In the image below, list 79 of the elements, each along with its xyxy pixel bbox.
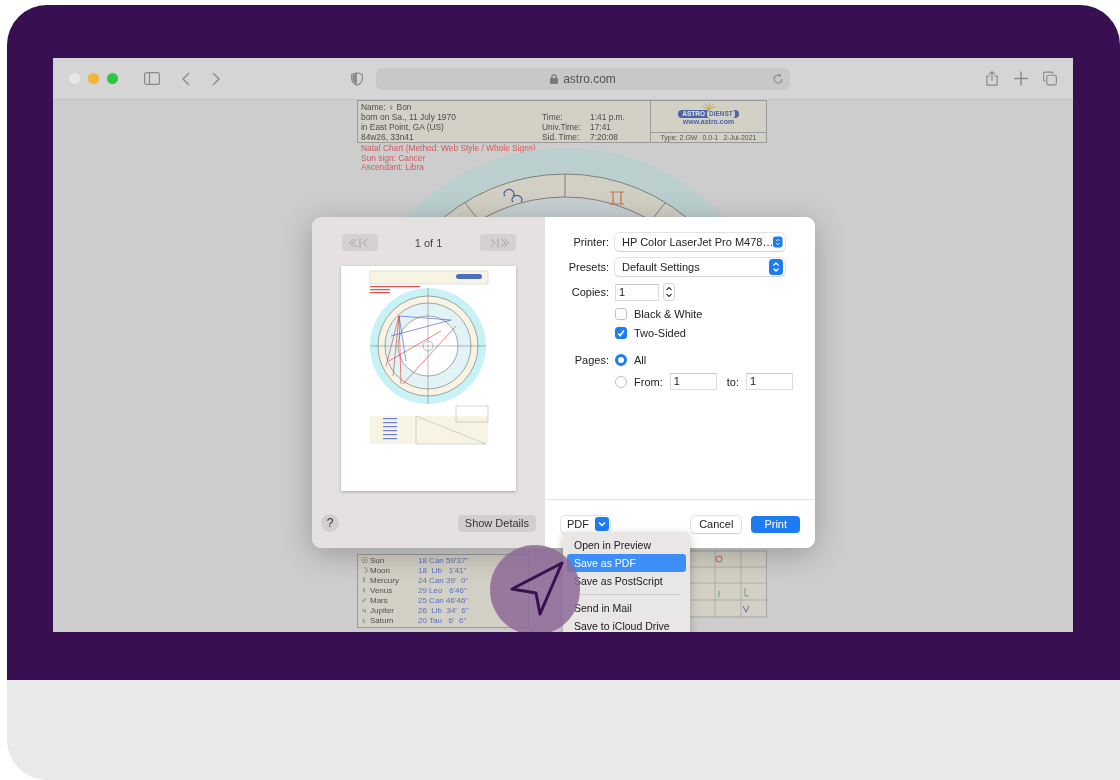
presets-dropdown[interactable]: Default Settings bbox=[615, 258, 785, 276]
shield-icon[interactable] bbox=[351, 71, 363, 86]
address-bar[interactable]: astro.com bbox=[376, 67, 790, 90]
back-icon[interactable] bbox=[182, 71, 190, 86]
to-page-field[interactable]: 1 bbox=[745, 373, 793, 390]
up-down-arrows-icon bbox=[769, 259, 783, 275]
planet-symbol: ♀ bbox=[361, 585, 368, 596]
minimize-window-button[interactable] bbox=[88, 73, 99, 84]
planet-name: Jupiter bbox=[370, 605, 395, 616]
planet-name: Saturn bbox=[370, 615, 395, 626]
tabs-overview-icon[interactable] bbox=[1043, 71, 1057, 86]
time-value: 17:41 bbox=[590, 122, 611, 132]
planet-name: Mercury bbox=[370, 575, 400, 586]
checkbox[interactable] bbox=[615, 308, 627, 320]
print-button[interactable]: Print bbox=[751, 515, 800, 533]
time-label: Univ.Time: bbox=[542, 122, 583, 132]
chart-summary-text: Sun sign: Cancer bbox=[361, 153, 426, 163]
planet-symbol: ☉ bbox=[361, 555, 369, 566]
planet-symbol: ♃ bbox=[361, 605, 368, 616]
field-label: Presets: bbox=[567, 261, 609, 273]
field-label: to: bbox=[726, 375, 739, 388]
birth-detail-text: 84w26, 33n41 bbox=[361, 132, 415, 142]
field-label: Pages: bbox=[573, 354, 609, 366]
planet-position: 24 Can 39' 0" bbox=[418, 575, 469, 586]
from-page-field[interactable]: 1 bbox=[669, 373, 717, 390]
zoom-window-button[interactable] bbox=[107, 73, 118, 84]
birth-detail-text: Name: ♀ Bon bbox=[361, 102, 413, 112]
planet-position: 26 Lib 34' 6" bbox=[418, 605, 469, 616]
sidebar-icon[interactable] bbox=[144, 72, 160, 85]
planet-name: Mars bbox=[370, 595, 389, 606]
planet-name: Moon bbox=[370, 565, 391, 576]
planet-position: 20 Tau 6' 6" bbox=[418, 615, 467, 626]
planet-symbol: ♂ bbox=[361, 595, 368, 606]
next-last-page-button[interactable] bbox=[479, 234, 516, 251]
new-tab-icon[interactable] bbox=[1014, 71, 1028, 86]
time-label: Sid. Time: bbox=[542, 132, 581, 142]
radio-button[interactable] bbox=[615, 354, 627, 366]
planet-position: 18 Lib 1'41" bbox=[418, 565, 467, 576]
forward-icon[interactable] bbox=[212, 71, 220, 86]
radio-label: All bbox=[634, 354, 647, 366]
cancel-button[interactable]: Cancel bbox=[691, 515, 742, 533]
planet-symbol: ☿ bbox=[361, 575, 368, 586]
radio-button[interactable] bbox=[615, 375, 627, 388]
reload-icon[interactable] bbox=[772, 72, 784, 85]
chart-summary-text: Ascendant: Libra bbox=[361, 163, 425, 173]
planet-symbol: ☽ bbox=[361, 565, 369, 576]
show-details-button[interactable]: Show Details bbox=[457, 514, 536, 532]
time-value: 7:20:08 bbox=[590, 132, 618, 142]
radio-label: From: bbox=[634, 375, 663, 388]
field-label: Printer: bbox=[572, 236, 609, 248]
url-text: astro.com bbox=[563, 71, 616, 86]
lock-icon bbox=[550, 73, 559, 84]
pdf-menu-button[interactable]: PDF bbox=[561, 515, 610, 533]
planet-name: Sun bbox=[370, 555, 386, 566]
page-counter: 1 of 1 bbox=[414, 236, 443, 249]
checkbox[interactable] bbox=[615, 327, 627, 339]
planet-position: 25 Can 46'46" bbox=[418, 595, 469, 606]
time-label: Time: bbox=[542, 112, 564, 122]
birth-detail-text: born on Sa., 11 July 1970 bbox=[361, 112, 457, 122]
planet-position: 18 Can 59'37" bbox=[418, 555, 469, 566]
time-value: 1:41 p.m. bbox=[590, 112, 625, 122]
menu-item[interactable]: Save to iCloud Drive bbox=[567, 617, 686, 632]
printer-dropdown[interactable]: HP Color LaserJet Pro M478… bbox=[615, 233, 785, 251]
planet-name: Venus bbox=[370, 585, 394, 596]
checkbox-label: Two-Sided bbox=[634, 327, 686, 339]
chevron-down-icon bbox=[595, 517, 609, 531]
menu-item[interactable]: Open in Preview bbox=[567, 536, 686, 554]
planet-position: 29 Leo 6'46" bbox=[418, 585, 467, 596]
chart-summary-text: Natal Chart (Method: Web Style / Whole Signs) bbox=[361, 144, 537, 154]
birth-detail-text: in East Point, GA (US) bbox=[361, 122, 445, 132]
checkbox-label: Black & White bbox=[634, 308, 703, 320]
planet-symbol: ♄ bbox=[361, 615, 368, 626]
share-icon[interactable] bbox=[985, 71, 999, 86]
copies-field[interactable]: 1 bbox=[615, 283, 659, 301]
first-previous-page-button[interactable] bbox=[341, 234, 378, 251]
field-label: Copies: bbox=[570, 286, 609, 298]
help-button[interactable]: ? bbox=[321, 514, 339, 532]
up-down-arrows-icon bbox=[773, 234, 783, 250]
stepper-icon[interactable] bbox=[663, 283, 675, 301]
